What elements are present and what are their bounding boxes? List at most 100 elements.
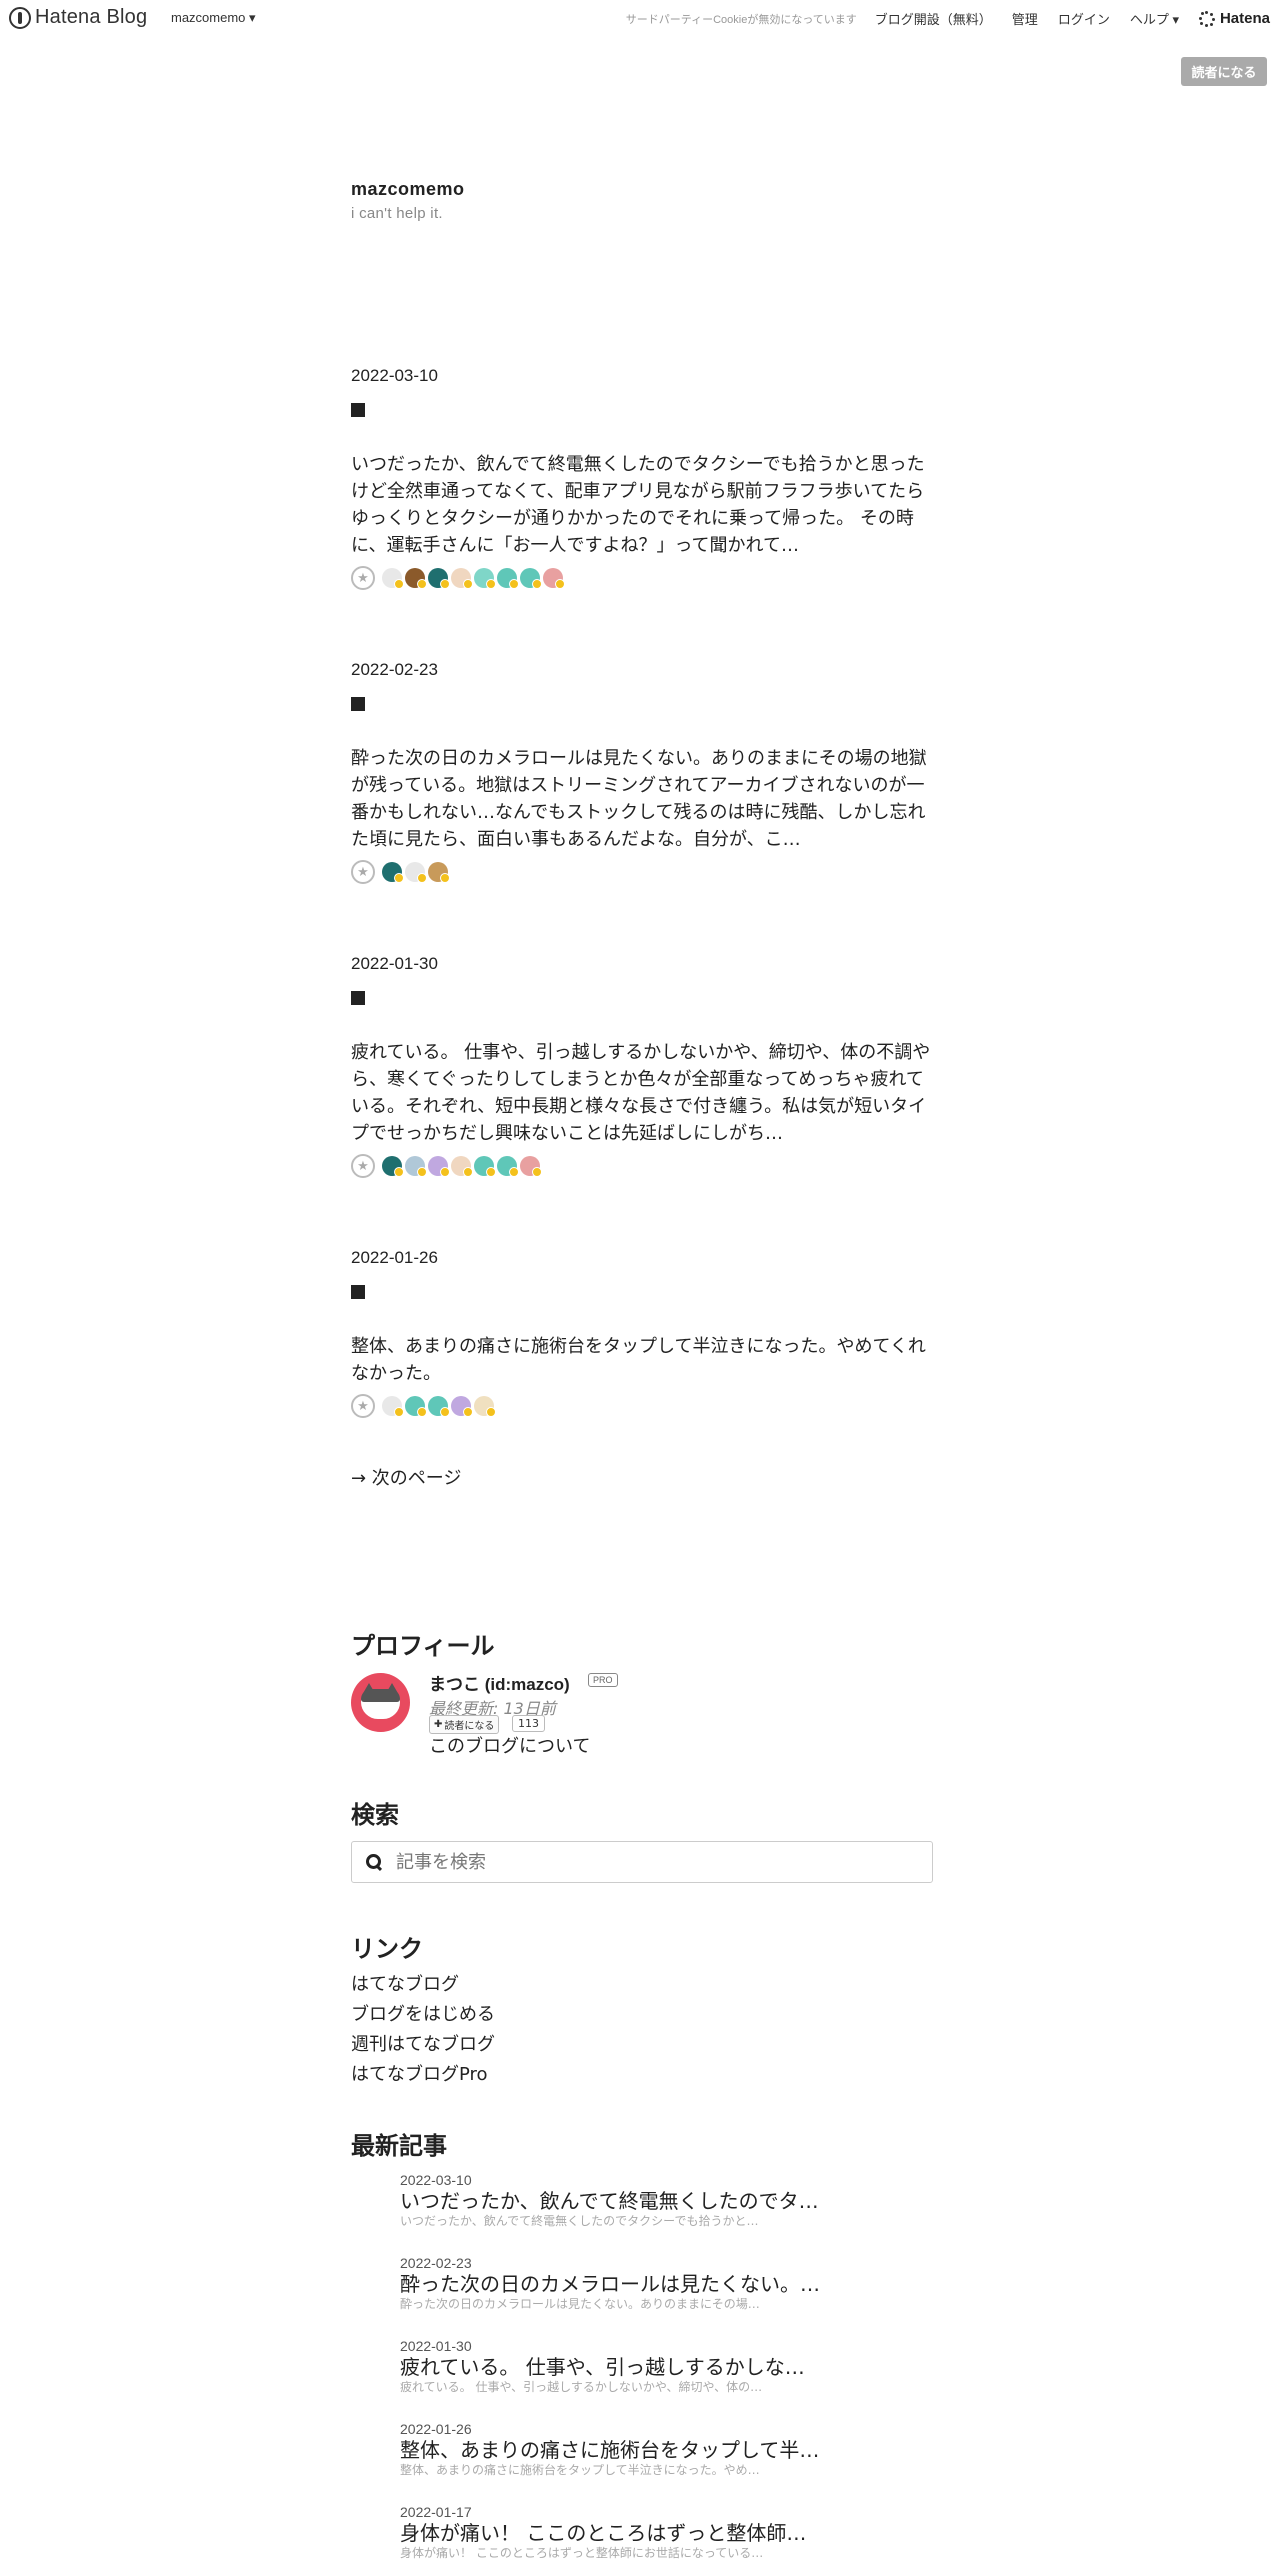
recent-entry-title[interactable]: 疲れている。 仕事や、引っ越しするかしな… <box>400 2354 920 2380</box>
top-bar: Hatena Blog mazcomemo ▾ サードパーティーCookieが無… <box>0 0 1284 38</box>
recent-section-title: 最新記事 <box>351 2132 447 2160</box>
global-nav: サードパーティーCookieが無効になっています ブログ開設（無料） 管理 ログ… <box>626 9 1270 28</box>
link-item[interactable]: 週刊はてなブログ <box>351 2030 495 2060</box>
star-list: ★ <box>351 859 933 885</box>
add-star-icon[interactable]: ★ <box>351 1394 375 1418</box>
star-user-avatar[interactable] <box>474 568 496 589</box>
login-link[interactable]: ログイン <box>1058 9 1110 28</box>
plus-icon: ✚ <box>434 1719 443 1730</box>
recent-entry-title[interactable]: 身体が痛い！ ここのところはずっと整体師… <box>400 2520 920 2546</box>
star-user-avatar[interactable] <box>405 1396 427 1417</box>
entry-title-bullet[interactable] <box>351 403 365 417</box>
add-star-icon[interactable]: ★ <box>351 566 375 590</box>
entry-date[interactable]: 2022-01-30 <box>351 954 933 974</box>
search-icon <box>366 1854 382 1870</box>
star-user-avatar[interactable] <box>474 1156 496 1177</box>
star-user-avatar[interactable] <box>428 1156 450 1177</box>
star-user-avatar[interactable] <box>451 1396 473 1417</box>
recent-entry-snippet: 酔った次の日のカメラロールは見たくない。ありのままにその場… <box>400 2297 760 2311</box>
star-user-avatar[interactable] <box>405 1156 427 1177</box>
recent-entries-list: 2022-03-10 いつだったか、飲んでて終電無くしたのでタ… いつだったか、… <box>400 2172 920 2568</box>
hatena-blog-logo[interactable]: Hatena Blog <box>9 6 147 29</box>
recent-entry[interactable]: 2022-01-26 整体、あまりの痛さに施術台をタップして半… 整体、あまりの… <box>400 2421 920 2504</box>
entry-title-bullet[interactable] <box>351 1285 365 1299</box>
recent-entry-date: 2022-01-17 <box>400 2504 472 2520</box>
blog-description: i can't help it. <box>351 205 443 222</box>
entry: 2022-01-26 整体、あまりの痛さに施術台をタップして半泣きになった。やめ… <box>351 1248 933 1419</box>
star-user-avatar[interactable] <box>405 568 427 589</box>
entry-summary: いつだったか、飲んでて終電無くしたのでタクシーでも拾うかと思ったけど全然車通って… <box>351 454 925 556</box>
star-list: ★ <box>351 565 933 591</box>
entry-date[interactable]: 2022-03-10 <box>351 366 933 386</box>
star-user-avatar[interactable] <box>497 568 519 589</box>
entry-date[interactable]: 2022-02-23 <box>351 660 933 680</box>
star-user-avatar[interactable] <box>497 1156 519 1177</box>
logo-text: Hatena Blog <box>35 6 148 28</box>
recent-entry-snippet: 整体、あまりの痛さに施術台をタップして半泣きになった。やめ… <box>400 2463 760 2477</box>
star-list: ★ <box>351 1153 933 1179</box>
add-star-icon[interactable]: ★ <box>351 860 375 884</box>
recent-entry-date: 2022-01-26 <box>400 2421 472 2437</box>
hatena-brand-link[interactable]: Hatena <box>1198 10 1270 27</box>
about-blog-link[interactable]: このブログについて <box>429 1732 590 1758</box>
entry-title-bullet[interactable] <box>351 697 365 711</box>
recent-entry[interactable]: 2022-01-17 身体が痛い！ ここのところはずっと整体師… 身体が痛い！ … <box>400 2504 920 2568</box>
recent-entry-snippet: 身体が痛い！ ここのところはずっと整体師にお世話になっている… <box>400 2546 764 2560</box>
star-user-avatar[interactable] <box>520 1156 542 1177</box>
star-user-avatar[interactable] <box>382 1156 404 1177</box>
star-user-avatar[interactable] <box>382 862 404 883</box>
search-box[interactable] <box>351 1841 933 1883</box>
blog-switcher-dropdown[interactable]: mazcomemo ▾ <box>171 10 256 26</box>
search-section-title: 検索 <box>351 1801 399 1829</box>
link-item[interactable]: はてなブログPro <box>351 2060 495 2090</box>
entry-title-bullet[interactable] <box>351 991 365 1005</box>
add-star-icon[interactable]: ★ <box>351 1154 375 1178</box>
admin-link[interactable]: 管理 <box>1012 9 1038 28</box>
profile-subscribe-label: 読者になる <box>444 1721 495 1732</box>
recent-entry-title[interactable]: 整体、あまりの痛さに施術台をタップして半… <box>400 2437 920 2463</box>
entry-date[interactable]: 2022-01-26 <box>351 1248 933 1268</box>
blog-title[interactable]: mazcomemo <box>351 179 465 200</box>
profile-avatar[interactable] <box>351 1673 410 1732</box>
recent-entry[interactable]: 2022-02-23 酔った次の日のカメラロールは見たくない。… 酔った次の日の… <box>400 2255 920 2338</box>
recent-entry-date: 2022-01-30 <box>400 2338 472 2354</box>
entry: 2022-01-30 疲れている。 仕事や、引っ越しするかしないかや、締切や、体… <box>351 954 933 1179</box>
hatena-dots-icon <box>1198 10 1215 27</box>
subscriber-count[interactable]: 113 <box>512 1715 545 1732</box>
help-dropdown[interactable]: ヘルプ ▾ <box>1130 9 1179 28</box>
pro-badge[interactable]: PRO <box>588 1673 618 1687</box>
recent-entry-snippet: 疲れている。 仕事や、引っ越しするかしないかや、締切や、体の… <box>400 2380 763 2394</box>
recent-entry[interactable]: 2022-01-30 疲れている。 仕事や、引っ越しするかしな… 疲れている。 … <box>400 2338 920 2421</box>
hatena-brand-text: Hatena <box>1219 10 1270 27</box>
entry-summary: 疲れている。 仕事や、引っ越しするかしないかや、締切や、体の不調やら、寒くてぐっ… <box>351 1042 931 1144</box>
star-user-avatar[interactable] <box>428 1396 450 1417</box>
search-input[interactable] <box>396 1851 916 1873</box>
star-user-avatar[interactable] <box>428 862 450 883</box>
recent-entry-title[interactable]: 酔った次の日のカメラロールは見たくない。… <box>400 2271 920 2297</box>
star-user-avatar[interactable] <box>451 568 473 589</box>
recent-entry[interactable]: 2022-03-10 いつだったか、飲んでて終電無くしたのでタ… いつだったか、… <box>400 2172 920 2255</box>
star-user-avatar[interactable] <box>474 1396 496 1417</box>
hatena-blog-logo-icon <box>9 6 31 29</box>
entry-summary: 酔った次の日のカメラロールは見たくない。ありのままにその場の地獄が残っている。地… <box>351 748 927 850</box>
entry: 2022-03-10 いつだったか、飲んでて終電無くしたのでタクシーでも拾うかと… <box>351 366 933 591</box>
profile-name[interactable]: まつこ (id:mazco) <box>429 1670 570 1695</box>
open-blog-link[interactable]: ブログ開設（無料） <box>875 9 992 28</box>
recent-entry-snippet: いつだったか、飲んでて終電無くしたのでタクシーでも拾うかと… <box>400 2214 759 2228</box>
link-item[interactable]: ブログをはじめる <box>351 2000 495 2030</box>
star-user-avatar[interactable] <box>543 568 565 589</box>
cookie-notice[interactable]: サードパーティーCookieが無効になっています <box>626 11 857 27</box>
link-list: はてなブログ ブログをはじめる 週刊はてなブログ はてなブログPro <box>351 1970 495 2090</box>
recent-entry-date: 2022-02-23 <box>400 2255 472 2271</box>
star-user-avatar[interactable] <box>451 1156 473 1177</box>
star-user-avatar[interactable] <box>382 568 404 589</box>
entry: 2022-02-23 酔った次の日のカメラロールは見たくない。ありのままにその場… <box>351 660 933 885</box>
star-user-avatar[interactable] <box>428 568 450 589</box>
next-page-link[interactable]: → 次のページ <box>351 1464 461 1490</box>
star-user-avatar[interactable] <box>405 862 427 883</box>
recent-entry-title[interactable]: いつだったか、飲んでて終電無くしたのでタ… <box>400 2188 920 2214</box>
star-user-avatar[interactable] <box>382 1396 404 1417</box>
subscribe-button[interactable]: 読者になる <box>1181 57 1267 86</box>
link-item[interactable]: はてなブログ <box>351 1970 495 2000</box>
star-user-avatar[interactable] <box>520 568 542 589</box>
